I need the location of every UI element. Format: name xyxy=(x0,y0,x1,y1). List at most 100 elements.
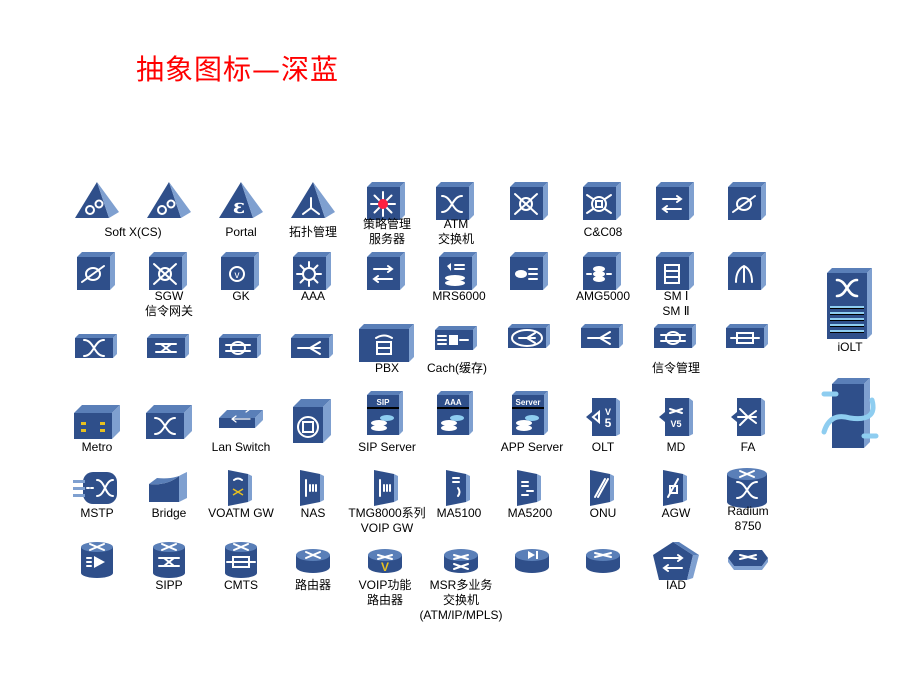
app-server-icon: Server xyxy=(512,391,552,437)
cube-up-arrows-icon xyxy=(728,252,768,292)
ma5200-icon xyxy=(517,470,543,506)
label-soft-x-cs: Soft X(CS) xyxy=(104,225,162,239)
msr-switch-icon xyxy=(444,548,478,574)
router-play-icon xyxy=(81,542,113,578)
svg-text:v: v xyxy=(235,270,240,281)
policy-mgmt-server-icon xyxy=(367,182,407,222)
fa-label: FA xyxy=(740,440,756,454)
iolt-label: iOLT xyxy=(837,340,863,354)
cube-ellipse-icon xyxy=(510,252,550,292)
loop-tower-icon xyxy=(820,378,880,450)
page-title: 抽象图标—深蓝 xyxy=(136,53,340,86)
switch-ring-icon xyxy=(510,182,550,222)
iad-icon xyxy=(653,542,699,582)
router-icon xyxy=(296,548,330,574)
router-playback-icon xyxy=(515,548,549,574)
olt-label: OLT xyxy=(591,440,615,454)
mrs6000-icon xyxy=(439,252,479,292)
radium-8750-icon xyxy=(727,468,769,508)
fa-icon xyxy=(731,398,765,436)
metro-icon xyxy=(74,403,120,441)
signaling-mgmt-label: 信令管理 xyxy=(651,361,701,375)
cache-icon xyxy=(435,326,479,352)
mrs6000-label: MRS6000 xyxy=(432,289,486,303)
olt-icon: V5 xyxy=(586,398,620,436)
hex-switch-icon xyxy=(728,548,768,570)
ma5200-label: MA5200 xyxy=(507,506,553,520)
sipp-icon xyxy=(153,542,185,578)
mstp-icon xyxy=(73,470,121,506)
sm-label: SM Ⅰ SM Ⅱ xyxy=(662,289,690,318)
cube-exchange-icon xyxy=(367,252,407,292)
flat-switch-4-icon xyxy=(291,334,335,360)
switch-arrows-icon xyxy=(656,182,696,222)
svg-text:5: 5 xyxy=(605,416,612,430)
app-server-label: APP Server xyxy=(500,440,564,454)
nas-icon xyxy=(300,470,326,506)
aaa-icon xyxy=(293,252,333,292)
soft-x-cs-triangle-2-icon xyxy=(147,182,191,220)
router-label: 路由器 xyxy=(294,578,332,592)
tmg8000-label: TMG8000系列 VOIP GW xyxy=(348,506,426,535)
flat-switch-1-icon xyxy=(75,334,119,360)
agw-label: AGW xyxy=(661,506,691,520)
amg5000-label: AMG5000 xyxy=(575,289,631,303)
svg-text:V: V xyxy=(381,560,389,574)
portal-triangle-icon: ε xyxy=(219,182,263,220)
chassis-switch-icon xyxy=(146,403,192,441)
voip-router-icon: V xyxy=(368,548,402,574)
svg-text:ε: ε xyxy=(233,194,245,218)
radium-8750-label: Radium 8750 xyxy=(727,504,769,533)
sip-server-icon: SIP xyxy=(367,391,407,437)
cache-label: Cach(缓存) xyxy=(426,361,488,375)
flat-fan-icon xyxy=(581,324,625,350)
bridge-icon xyxy=(149,470,189,504)
router-flat-icon xyxy=(586,548,620,574)
nas-label: NAS xyxy=(300,506,326,520)
cmts-icon xyxy=(225,542,257,578)
flat-switch-3-icon xyxy=(219,334,263,360)
atm-switch-label: ATM 交换机 xyxy=(437,217,475,246)
iolt-icon xyxy=(827,268,873,340)
ma5100-icon xyxy=(446,470,472,506)
tmg8000-icon xyxy=(374,470,400,506)
md-label: MD xyxy=(666,440,686,454)
flat-switch-2-icon xyxy=(147,334,191,360)
svg-text:AAA: AAA xyxy=(444,398,462,407)
flat-cloud-icon xyxy=(508,324,552,350)
voatm-gw-label: VOATM GW xyxy=(208,506,274,520)
portal-triangle-label: Portal xyxy=(225,225,257,239)
switch-loop-icon xyxy=(728,182,768,222)
onu-label: ONU xyxy=(589,506,617,520)
gk-icon: v xyxy=(221,252,261,292)
amg5000-icon xyxy=(583,252,623,292)
sgw-label: SGW 信令网关 xyxy=(144,289,194,318)
signaling-mgmt-icon xyxy=(654,324,698,350)
msr-switch-label: MSR多业务 交换机 (ATM/IP/MPLS) xyxy=(419,578,503,622)
flat-bidir-icon xyxy=(726,324,770,350)
server-cube-icon xyxy=(293,399,333,445)
lan-switch-icon xyxy=(219,405,263,430)
ma5100-label: MA5100 xyxy=(436,506,482,520)
sipp-label: SIPP xyxy=(155,578,183,592)
md-icon: V5 xyxy=(659,398,693,436)
c-and-c08-icon xyxy=(583,182,623,222)
pbx-icon xyxy=(359,324,415,362)
aaa-label: AAA xyxy=(300,289,326,303)
policy-mgmt-server-label: 策略管理 服务器 xyxy=(362,217,412,246)
pbx-label: PBX xyxy=(374,361,400,375)
cube-loop-icon xyxy=(77,252,117,292)
aaa-server-icon: AAA xyxy=(437,391,477,437)
svg-text:V5: V5 xyxy=(670,419,681,429)
atm-switch-icon xyxy=(436,182,476,222)
onu-icon xyxy=(590,470,616,506)
lan-switch-label: Lan Switch xyxy=(211,440,271,454)
svg-text:Server: Server xyxy=(516,398,541,407)
bridge-label: Bridge xyxy=(151,506,187,520)
sm-icon xyxy=(656,252,696,292)
metro-label: Metro xyxy=(81,440,113,454)
topology-mgmt-triangle-label: 拓扑管理 xyxy=(288,225,338,239)
sip-server-label: SIP Server xyxy=(358,440,416,454)
agw-icon xyxy=(663,470,689,506)
voip-router-label: VOIP功能 路由器 xyxy=(358,578,412,607)
